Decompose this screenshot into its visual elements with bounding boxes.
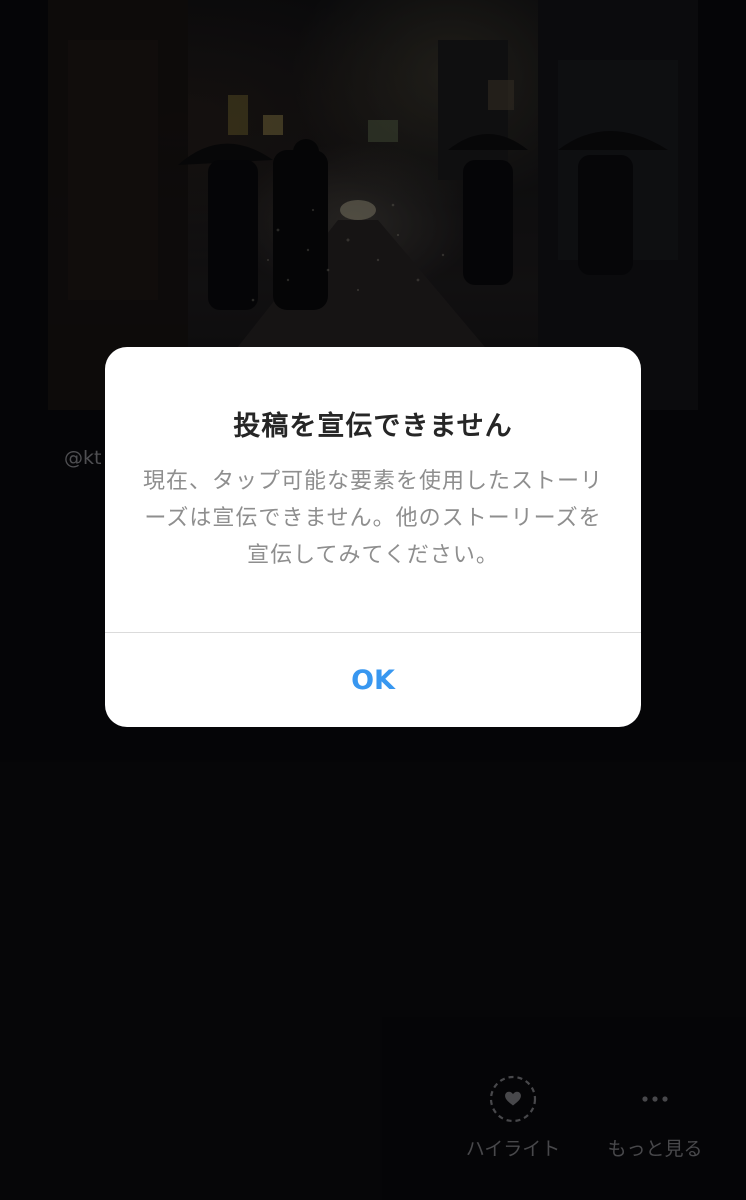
dialog-title: 投稿を宣伝できません — [233, 411, 513, 442]
promote-error-dialog: 投稿を宣伝できません 現在、タップ可能な要素を使用したストーリーズは宣伝できませ… — [105, 347, 641, 727]
ok-button[interactable]: OK — [105, 633, 641, 727]
dialog-message: 現在、タップ可能な要素を使用したストーリーズは宣伝できません。他のストーリーズを… — [142, 469, 603, 568]
story-screen: @kt ハイライト もっと見る 投稿を宣伝できません 現在、タップ可能な要素を使… — [0, 0, 746, 1200]
